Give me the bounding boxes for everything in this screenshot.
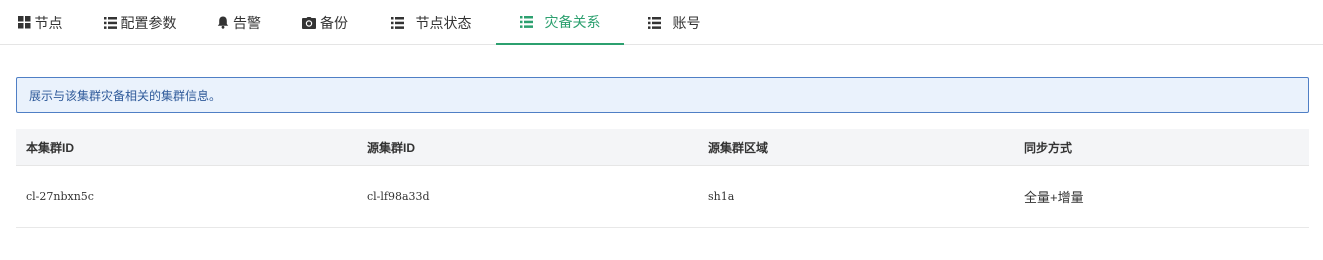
grid-icon [17,16,31,29]
list-icon [519,15,533,28]
list-icon [103,16,117,29]
column-header: 本集群ID [26,140,75,155]
tab-label: 账号 [672,14,701,31]
tab-backup[interactable]: 备份 [299,0,351,45]
source-region-cell: sh1a [708,190,735,203]
tab-alerts[interactable]: 告警 [213,0,265,45]
table-header: 本集群ID 源集群ID 源集群区域 同步方式 [16,129,1309,166]
info-alert-text: 展示与该集群灾备相关的集群信息。 [29,88,222,103]
tab-dr-relationship[interactable]: 灾备关系 [496,0,624,45]
camera-icon [302,16,316,29]
source-cluster-id-cell: cl-lf98a33d [367,190,430,203]
tab-nodes[interactable]: 节点 [14,0,66,45]
tab-label: 节点状态 [415,14,472,31]
tab-config-params[interactable]: 配置参数 [100,0,180,45]
list-icon [647,16,661,29]
tab-label: 节点 [34,14,63,31]
column-header: 源集群ID [367,140,416,155]
column-header: 同步方式 [1024,140,1073,155]
tab-label: 告警 [233,14,261,31]
tab-accounts[interactable]: 账号 [643,0,705,45]
bell-icon [217,16,229,29]
table-row: cl-27nbxn5c cl-lf98a33d sh1a 全量+增量 [16,166,1309,228]
tab-bar: 节点 配置参数 告警 备份 节点状态 灾备关系 账号 [0,0,1323,45]
info-alert: 展示与该集群灾备相关的集群信息。 [16,77,1309,113]
cluster-id-cell: cl-27nbxn5c [26,190,94,203]
dr-relationship-table: 本集群ID 源集群ID 源集群区域 同步方式 cl-27nbxn5c cl-lf… [16,129,1309,228]
column-header: 源集群区域 [708,140,769,155]
tab-label: 灾备关系 [544,13,601,30]
sync-mode-cell: 全量+增量 [1024,190,1084,205]
tab-label: 配置参数 [120,14,177,31]
list-icon [390,16,404,29]
tab-node-status[interactable]: 节点状态 [386,0,476,45]
tab-label: 备份 [320,14,348,31]
